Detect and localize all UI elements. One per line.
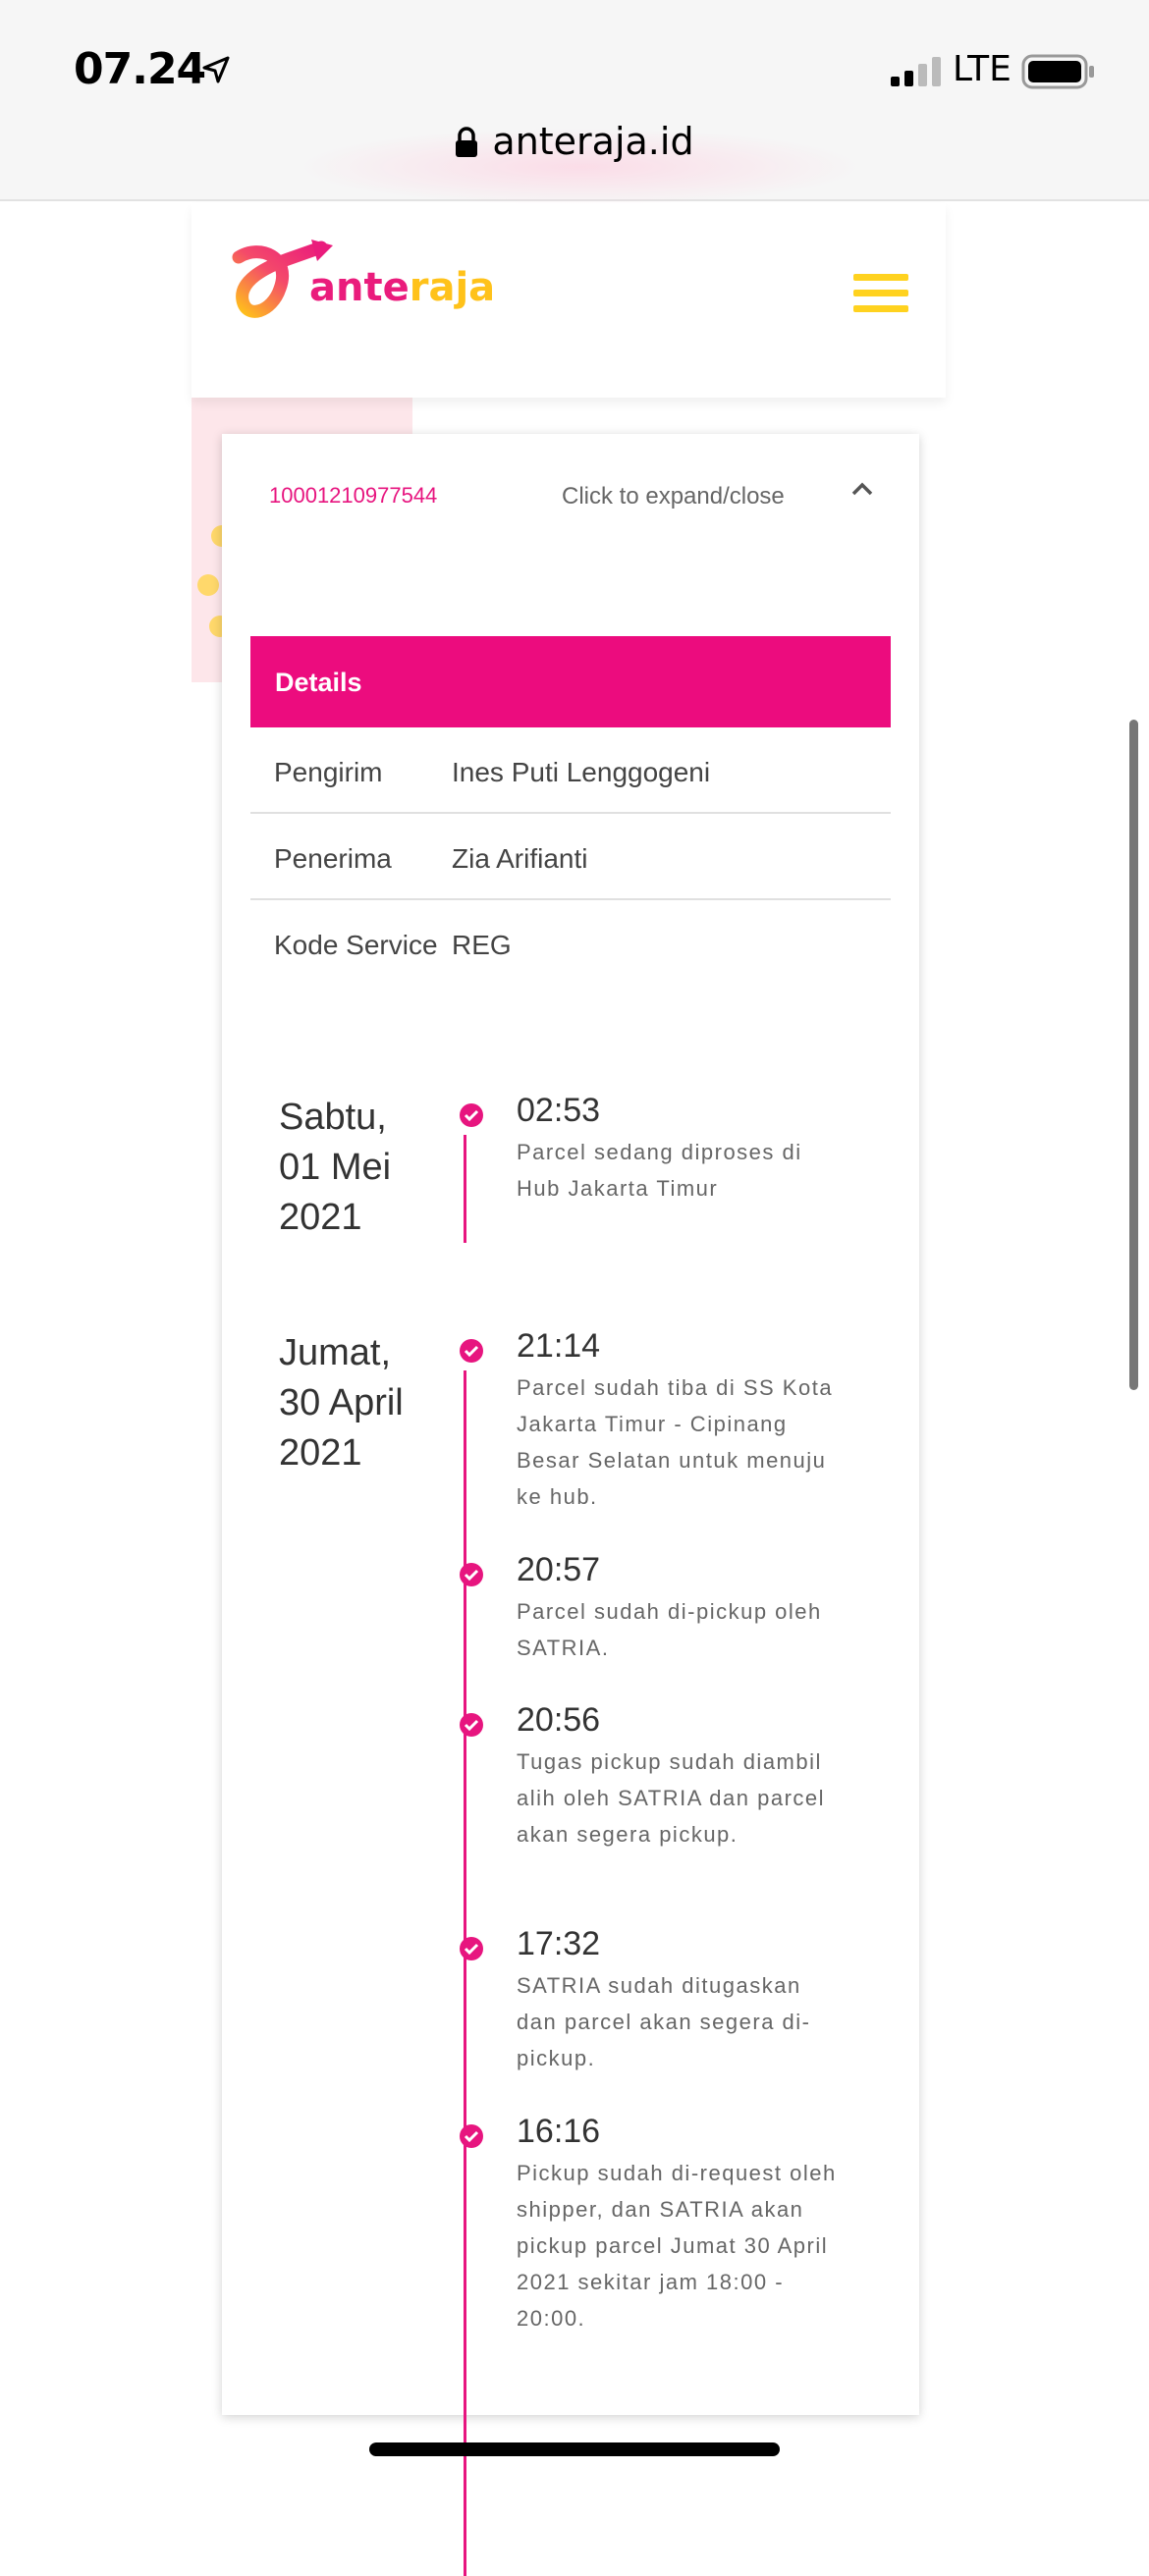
event-description: Parcel sudah di-pickup oleh SATRIA. [517, 1599, 822, 1660]
menu-button[interactable] [853, 274, 908, 321]
detail-label: Penerima [274, 843, 392, 874]
check-circle-icon [460, 1339, 483, 1363]
location-arrow-icon [202, 56, 230, 83]
lock-icon [456, 127, 478, 157]
chevron-up-icon[interactable] [850, 481, 874, 497]
check-circle-icon [460, 1563, 483, 1586]
event-time: 17:32 [517, 1925, 601, 1962]
check-circle-icon [460, 2124, 483, 2148]
detail-row-penerima: Penerima Zia Arifianti [250, 814, 891, 900]
battery-icon [1021, 54, 1094, 89]
page-scrollbar[interactable] [1129, 720, 1138, 1390]
detail-row-kode-service: Kode Service REG [250, 900, 891, 1018]
event-time: 21:14 [517, 1327, 601, 1365]
status-time: 07.24 [74, 44, 206, 94]
event-time: 16:16 [517, 2113, 601, 2150]
details-heading: Details [250, 636, 891, 727]
expand-toggle[interactable]: Click to expand/close [562, 483, 785, 510]
detail-label: Kode Service [274, 930, 438, 960]
event-time: 20:56 [517, 1701, 601, 1739]
url-bar[interactable]: anteraja.id [0, 120, 1149, 163]
timeline-connector [464, 1370, 466, 2576]
check-circle-icon [460, 1937, 483, 1960]
tracking-card: 10001210977544 Click to expand/close Det… [222, 434, 919, 2576]
url-text: anteraja.id [492, 120, 694, 163]
timeline-connector [464, 1135, 466, 1243]
detail-label: Pengirim [274, 757, 383, 787]
timeline-date: Sabtu, 01 Mei 2021 [279, 1097, 392, 1238]
hamburger-icon [853, 274, 908, 281]
detail-value: Ines Puti Lenggogeni [452, 757, 711, 787]
detail-row-pengirim: Pengirim Ines Puti Lenggogeni [250, 727, 891, 814]
check-circle-icon [460, 1713, 483, 1737]
brand-name: anteraja [309, 265, 496, 310]
event-description: Tugas pickup sudah diambil alih oleh SAT… [517, 1749, 826, 1847]
event-description: SATRIA sudah ditugaskan dan parcel akan … [517, 1973, 811, 2070]
site-header: anteraja [192, 203, 946, 398]
awb-number[interactable]: 10001210977544 [269, 483, 437, 509]
check-circle-icon [460, 1103, 483, 1127]
event-description: Pickup sudah di-request oleh shipper, da… [517, 2161, 837, 2331]
browser-chrome: 07.24 LTE anteraja.id [0, 0, 1149, 206]
event-time: 20:57 [517, 1551, 601, 1588]
detail-value: Zia Arifianti [452, 843, 588, 874]
event-description: Parcel sedang diproses di Hub Jakarta Ti… [517, 1140, 802, 1201]
signal-icon [891, 57, 941, 86]
timeline-date: Jumat, 30 April 2021 [279, 1332, 404, 1474]
detail-value: REG [452, 930, 512, 960]
event-description: Parcel sudah tiba di SS Kota Jakarta Tim… [517, 1375, 834, 1509]
event-time: 02:53 [517, 1092, 601, 1129]
network-type: LTE [953, 49, 1012, 89]
home-indicator[interactable] [369, 2442, 780, 2456]
